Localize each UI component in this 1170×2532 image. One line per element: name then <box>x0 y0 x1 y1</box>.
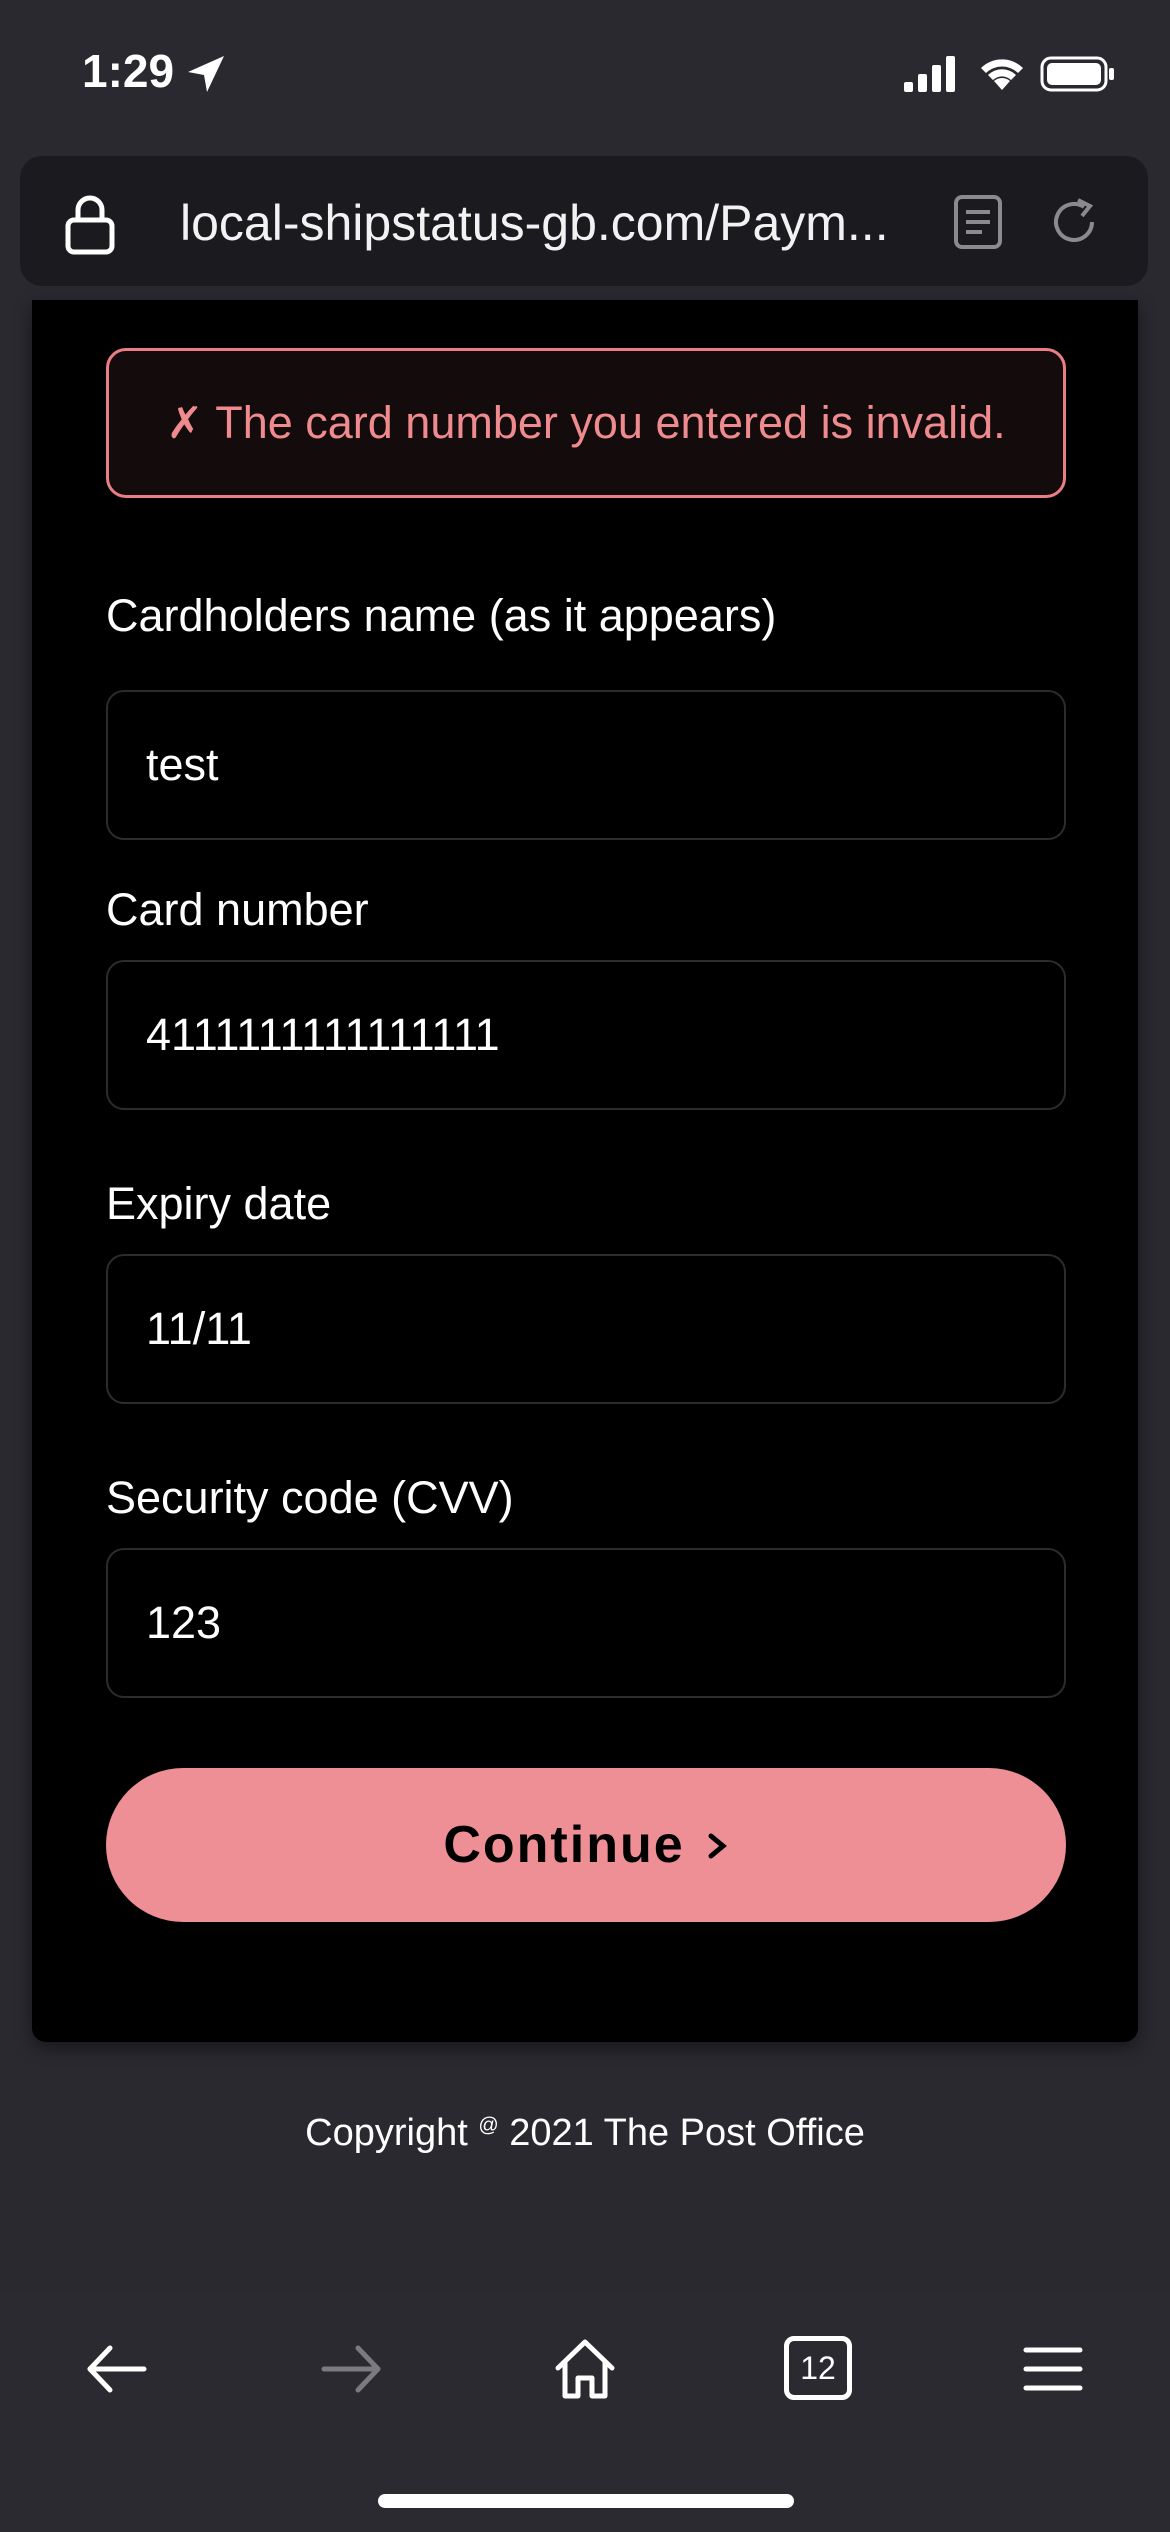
url-text[interactable]: local-shipstatus-gb.com/Paym... <box>180 194 940 252</box>
wifi-icon <box>981 59 1023 90</box>
address-bar[interactable]: local-shipstatus-gb.com/Paym... <box>20 156 1148 286</box>
status-time: 1:29 <box>82 45 175 97</box>
continue-label: Continue <box>443 1816 685 1874</box>
cardholder-name-value: test <box>146 739 219 790</box>
card-number-value: 4111111111111111 <box>146 1009 500 1060</box>
copyright-symbol: @ <box>478 2114 499 2137</box>
reload-icon[interactable] <box>1044 192 1104 252</box>
security-code-input[interactable]: 123 <box>106 1548 1066 1698</box>
menu-icon[interactable] <box>1018 2334 1088 2404</box>
card-number-label: Card number <box>106 884 369 935</box>
expiry-date-label: Expiry date <box>106 1178 332 1229</box>
chevron-right-icon <box>708 1833 727 1859</box>
tab-count: 12 <box>800 2349 836 2386</box>
status-bar: 1:29 <box>0 0 1170 150</box>
security-code-value: 123 <box>146 1597 222 1648</box>
payment-form-card: ✗ The card number you entered is invalid… <box>32 300 1138 2042</box>
home-icon[interactable] <box>550 2334 620 2404</box>
error-alert: ✗ The card number you entered is invalid… <box>106 348 1066 498</box>
reader-mode-icon[interactable] <box>952 194 1004 250</box>
location-arrow-icon <box>188 56 224 92</box>
tabs-icon[interactable]: 12 <box>784 2336 852 2400</box>
forward-arrow-icon[interactable] <box>316 2334 386 2404</box>
expiry-date-input[interactable]: 11/11 <box>106 1254 1066 1404</box>
battery-icon <box>1040 56 1114 92</box>
error-message: The card number you entered is invalid. <box>215 397 1006 448</box>
back-arrow-icon[interactable] <box>82 2334 152 2404</box>
lock-icon <box>65 195 115 255</box>
error-x-icon: ✗ <box>166 398 204 448</box>
copyright-text: Copyright @ 2021 The Post Office <box>305 2112 865 2154</box>
cellular-signal-icon <box>904 56 955 92</box>
card-number-input[interactable]: 4111111111111111 <box>106 960 1066 1110</box>
cardholder-name-input[interactable]: test <box>106 690 1066 840</box>
security-code-label: Security code (CVV) <box>106 1472 514 1523</box>
home-indicator[interactable] <box>378 2494 794 2508</box>
cardholder-name-label: Cardholders name (as it appears) <box>106 590 777 641</box>
expiry-date-value: 11/11 <box>146 1303 252 1354</box>
continue-button[interactable]: Continue <box>106 1768 1066 1922</box>
